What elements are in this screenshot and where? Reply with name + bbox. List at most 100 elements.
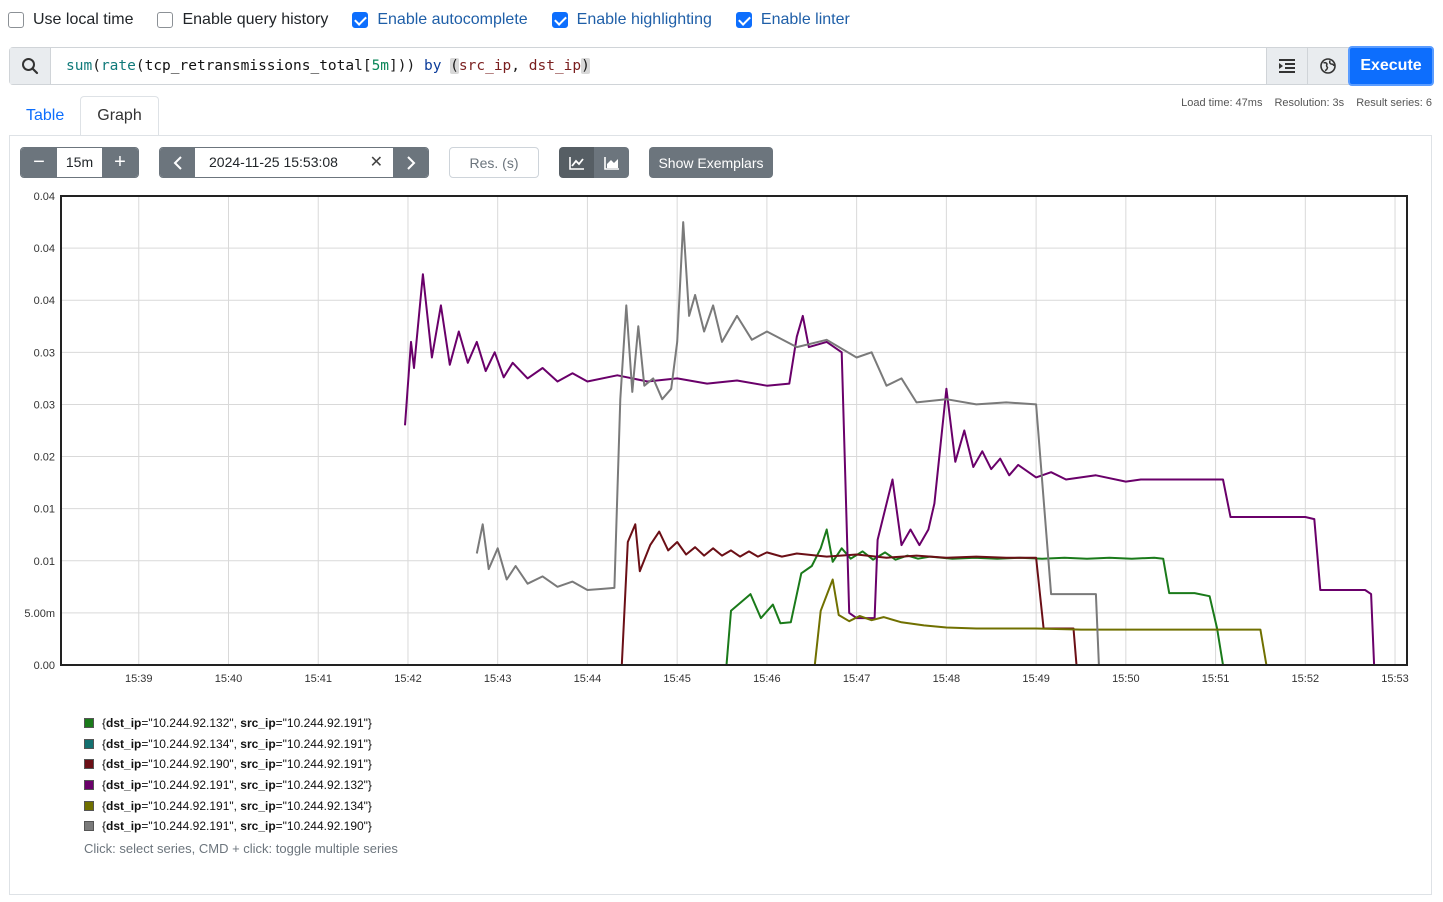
stacked-area-button[interactable] xyxy=(594,147,629,178)
autocomplete-checkbox[interactable] xyxy=(352,12,369,28)
series-legend: {dst_ip="10.244.92.132", src_ip="10.244.… xyxy=(84,713,372,837)
legend-swatch xyxy=(84,821,94,832)
y-tick-label: 0.04 xyxy=(34,243,55,255)
legend-item[interactable]: {dst_ip="10.244.92.191", src_ip="10.244.… xyxy=(84,775,372,796)
y-tick-label: 0.00 xyxy=(34,660,55,672)
series-lines xyxy=(61,221,1407,666)
series-line-4 xyxy=(404,273,1376,666)
decrease-range-button[interactable]: − xyxy=(21,148,57,177)
globe-icon[interactable] xyxy=(1307,48,1348,84)
linter-label[interactable]: Enable linter xyxy=(761,11,850,29)
next-time-button[interactable] xyxy=(393,148,428,177)
x-tick-label: 15:48 xyxy=(933,673,961,685)
chevron-left-icon xyxy=(173,155,182,170)
legend-hint: Click: select series, CMD + click: toggl… xyxy=(84,841,398,856)
query-history-label[interactable]: Enable query history xyxy=(182,11,328,29)
query-expression-input[interactable]: sum(rate(tcp_retransmissions_total[5m]))… xyxy=(51,48,1266,84)
legend-item[interactable]: {dst_ip="10.244.92.191", src_ip="10.244.… xyxy=(84,795,372,816)
legend-label: {dst_ip="10.244.92.190", src_ip="10.244.… xyxy=(102,757,372,772)
query-token-label2: dst_ip xyxy=(528,58,582,74)
end-time-control: 2024-11-25 15:53:08 ✕ xyxy=(159,147,429,178)
query-options: Use local time Enable query history Enab… xyxy=(8,8,874,32)
query-token-sum: sum xyxy=(66,58,93,74)
clear-icon[interactable]: ✕ xyxy=(370,148,383,177)
use-local-time-label[interactable]: Use local time xyxy=(33,11,133,29)
legend-label: {dst_ip="10.244.92.191", src_ip="10.244.… xyxy=(102,819,372,834)
x-axis-ticks: 15:39 15:40 15:41 15:42 15:43 15:44 15:45 15:46… xyxy=(125,673,1409,685)
tab-table[interactable]: Table xyxy=(10,96,80,136)
linter-checkbox[interactable] xyxy=(735,12,752,28)
end-time-value: 2024-11-25 15:53:08 xyxy=(209,154,338,170)
query-token-label1: src_ip xyxy=(458,58,512,74)
previous-time-button[interactable] xyxy=(160,148,195,177)
y-tick-label: 0.03 xyxy=(34,399,55,411)
y-axis-ticks: 0.00 5.00m 0.01 0.01 0.02 0.03 0.03 0.04 0.04 0.0… xyxy=(24,191,55,672)
resolution-input[interactable]: Res. (s) xyxy=(449,147,539,178)
x-tick-label: 15:42 xyxy=(394,673,422,685)
execute-button[interactable]: Execute xyxy=(1348,46,1434,86)
option-enable-highlighting[interactable]: Enable highlighting xyxy=(551,11,712,29)
unstacked-line-button[interactable] xyxy=(559,147,594,178)
resolution: Resolution: 3s xyxy=(1274,97,1345,109)
legend-swatch xyxy=(84,780,94,791)
series-line-5 xyxy=(61,578,1268,666)
series-line-3 xyxy=(61,523,1078,666)
time-series-chart[interactable]: 0.00 5.00m 0.01 0.01 0.02 0.03 0.03 0.04 0.04 0.0… xyxy=(0,185,1443,695)
query-token-range: 5m xyxy=(371,58,390,74)
chart-type-toggle xyxy=(559,147,629,178)
y-tick-label: 0.02 xyxy=(34,452,55,464)
query-stats: Load time: 47ms Resolution: 3s Result se… xyxy=(1169,97,1432,109)
increase-range-button[interactable]: + xyxy=(102,148,138,177)
highlighting-label[interactable]: Enable highlighting xyxy=(577,11,712,29)
x-tick-label: 15:53 xyxy=(1381,673,1409,685)
y-tick-label: 5.00m xyxy=(24,608,55,620)
x-tick-label: 15:52 xyxy=(1292,673,1320,685)
y-tick-label: 0.04 xyxy=(34,191,55,203)
option-enable-query-history[interactable]: Enable query history xyxy=(157,11,328,29)
tab-graph[interactable]: Graph xyxy=(80,96,159,136)
autocomplete-label[interactable]: Enable autocomplete xyxy=(377,11,527,29)
option-use-local-time[interactable]: Use local time xyxy=(8,11,133,29)
legend-item[interactable]: {dst_ip="10.244.92.134", src_ip="10.244.… xyxy=(84,734,372,755)
series-line-6 xyxy=(475,221,1100,666)
x-tick-label: 15:40 xyxy=(215,673,243,685)
area-chart-icon xyxy=(603,156,619,170)
query-history-checkbox[interactable] xyxy=(157,12,174,28)
query-token-by: by xyxy=(423,58,442,74)
legend-swatch xyxy=(84,718,94,729)
legend-swatch xyxy=(84,759,94,770)
legend-label: {dst_ip="10.244.92.191", src_ip="10.244.… xyxy=(102,778,372,793)
x-tick-label: 15:44 xyxy=(574,673,602,685)
end-time-input[interactable]: 2024-11-25 15:53:08 ✕ xyxy=(195,148,393,177)
x-tick-label: 15:45 xyxy=(663,673,691,685)
option-enable-autocomplete[interactable]: Enable autocomplete xyxy=(352,11,528,29)
highlighting-checkbox[interactable] xyxy=(551,12,568,28)
chevron-right-icon xyxy=(406,155,415,170)
query-token-metric: tcp_retransmissions_total xyxy=(144,58,363,74)
search-icon xyxy=(10,48,51,84)
format-indent-icon[interactable] xyxy=(1266,48,1307,84)
x-tick-label: 15:41 xyxy=(304,673,332,685)
use-local-time-checkbox[interactable] xyxy=(8,12,24,28)
legend-label: {dst_ip="10.244.92.191", src_ip="10.244.… xyxy=(102,798,372,813)
range-input[interactable]: 15m xyxy=(57,148,102,177)
result-series: Result series: 6 xyxy=(1356,97,1432,109)
option-enable-linter[interactable]: Enable linter xyxy=(735,11,850,29)
x-tick-label: 15:49 xyxy=(1022,673,1050,685)
x-tick-label: 15:51 xyxy=(1202,673,1230,685)
x-tick-label: 15:39 xyxy=(125,673,153,685)
legend-item[interactable]: {dst_ip="10.244.92.132", src_ip="10.244.… xyxy=(84,713,372,734)
series-line-1 xyxy=(61,528,1224,666)
legend-item[interactable]: {dst_ip="10.244.92.191", src_ip="10.244.… xyxy=(84,816,372,837)
x-tick-label: 15:43 xyxy=(484,673,512,685)
x-tick-label: 15:47 xyxy=(843,673,871,685)
legend-item[interactable]: {dst_ip="10.244.92.190", src_ip="10.244.… xyxy=(84,754,372,775)
show-exemplars-button[interactable]: Show Exemplars xyxy=(649,147,773,178)
legend-label: {dst_ip="10.244.92.132", src_ip="10.244.… xyxy=(102,716,372,731)
legend-swatch xyxy=(84,800,94,811)
view-tabs: Table Graph xyxy=(10,96,159,136)
query-token-rate: rate xyxy=(100,58,136,74)
line-chart-icon xyxy=(568,156,584,170)
y-tick-label: 0.01 xyxy=(34,556,55,568)
x-tick-label: 15:46 xyxy=(753,673,781,685)
